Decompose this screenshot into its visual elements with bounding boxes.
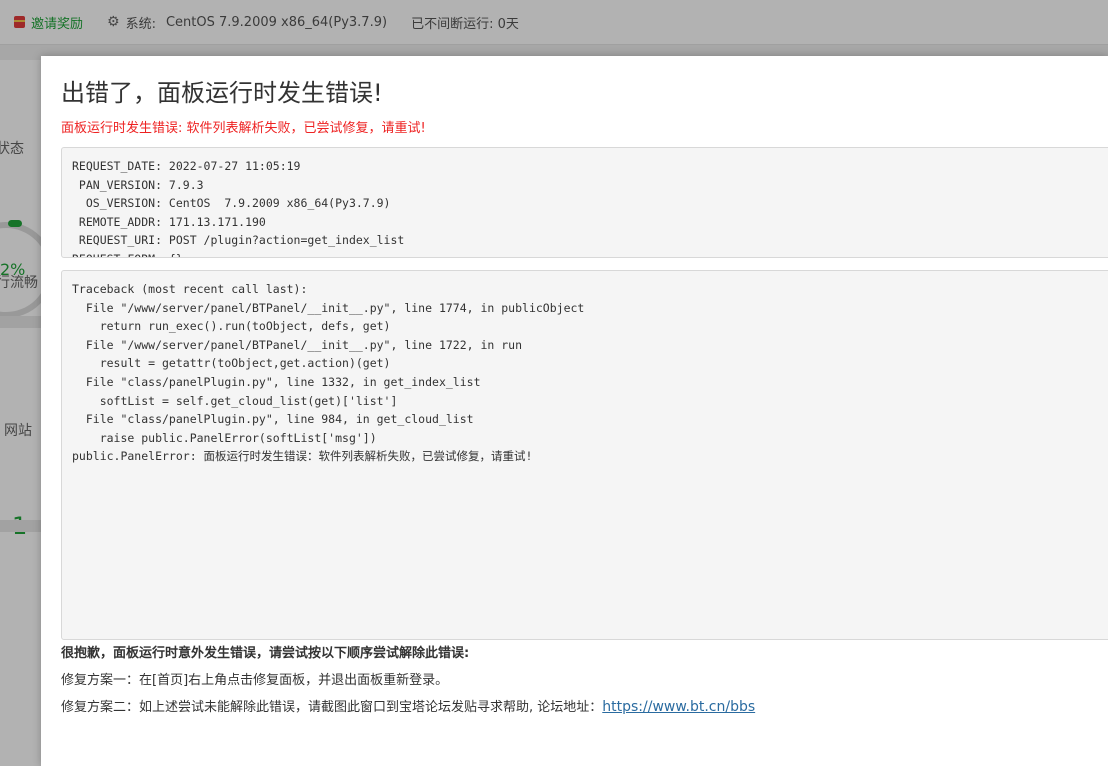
- forum-link[interactable]: https://www.bt.cn/bbs: [602, 699, 755, 715]
- request-info-line: PAN_VERSION: 7.9.3: [72, 177, 204, 192]
- traceback-line: File "class/panelPlugin.py", line 1332, …: [72, 374, 481, 389]
- traceback-line: return run_exec().run(toObject, defs, ge…: [72, 319, 391, 334]
- traceback-line: result = getattr(toObject,get.action)(ge…: [72, 356, 391, 371]
- traceback-line: public.PanelError: 面板运行时发生错误：软件列表解析失败，已尝…: [72, 449, 533, 464]
- request-info-line: REQUEST_URI: POST /plugin?action=get_ind…: [72, 233, 405, 248]
- request-info-box[interactable]: REQUEST_DATE: 2022-07-27 11:05:19 PAN_VE…: [61, 147, 1108, 258]
- request-info-line: REMOTE_ADDR: 171.13.171.190: [72, 214, 266, 229]
- fix-option-2: 修复方案二：如上述尝试未能解除此错误，请截图此窗口到宝塔论坛发贴寻求帮助, 论坛…: [61, 694, 755, 721]
- request-info-line: OS_VERSION: CentOS 7.9.2009 x86_64(Py3.7…: [72, 196, 391, 211]
- help-title: 很抱歉，面板运行时意外发生错误，请尝试按以下顺序尝试解除此错误:: [61, 646, 470, 661]
- fix-option-2-text: 修复方案二：如上述尝试未能解除此错误，请截图此窗口到宝塔论坛发贴寻求帮助, 论坛…: [61, 700, 603, 715]
- fix-option-1: 修复方案一：在[首页]右上角点击修复面板，并退出面板重新登录。: [61, 673, 449, 688]
- traceback-line: File "/www/server/panel/BTPanel/__init__…: [72, 300, 585, 315]
- request-info-line: REQUEST_DATE: 2022-07-27 11:05:19: [72, 159, 301, 173]
- traceback-line: Traceback (most recent call last):: [72, 282, 308, 296]
- request-info-line: REQUEST_FORM: {}: [72, 250, 1108, 257]
- dialog-title: 出错了，面板运行时发生错误!: [61, 79, 383, 107]
- error-dialog: 出错了，面板运行时发生错误! 面板运行时发生错误: 软件列表解析失败，已尝试修复…: [41, 56, 1108, 766]
- traceback-line: softList = self.get_cloud_list(get)['lis…: [72, 393, 398, 408]
- traceback-line: raise public.PanelError(softList['msg']): [72, 430, 377, 445]
- error-message: 面板运行时发生错误: 软件列表解析失败，已尝试修复，请重试!: [61, 121, 426, 136]
- traceback-line: File "class/panelPlugin.py", line 984, i…: [72, 412, 474, 427]
- traceback-line: File "/www/server/panel/BTPanel/__init__…: [72, 337, 523, 352]
- traceback-box[interactable]: Traceback (most recent call last): File …: [61, 270, 1108, 640]
- help-section: 很抱歉，面板运行时意外发生错误，请尝试按以下顺序尝试解除此错误: 修复方案一：在…: [61, 640, 755, 721]
